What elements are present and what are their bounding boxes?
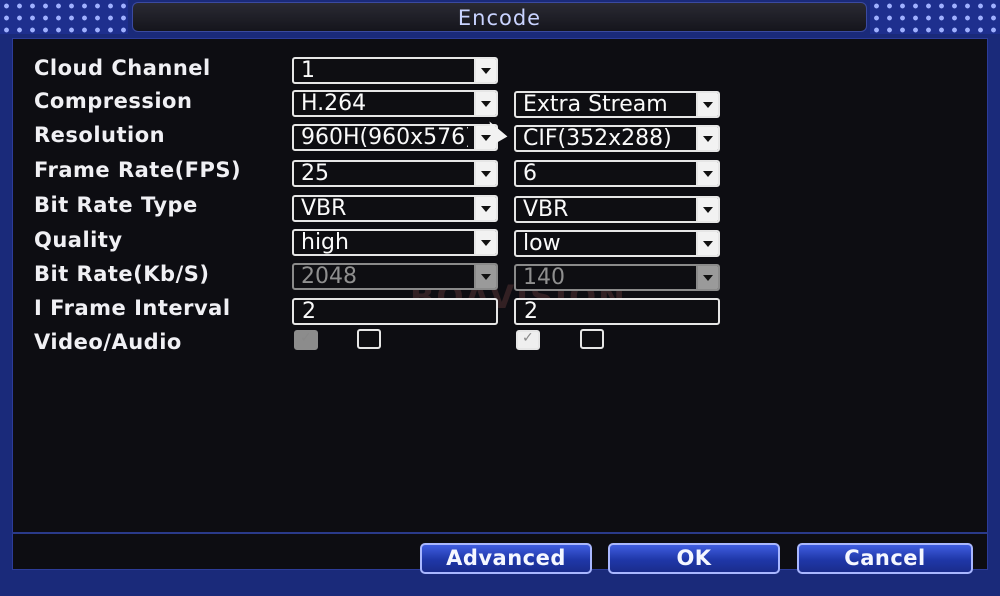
chevron-down-icon[interactable]: [696, 232, 718, 255]
chevron-down-icon: [696, 266, 718, 289]
bit-rate-extra-select: 140: [514, 264, 720, 291]
resolution-main-value: 960H(960x576): [301, 126, 468, 149]
frame-rate-main-value: 25: [301, 162, 329, 185]
compression-extra-select[interactable]: Extra Stream: [514, 91, 720, 118]
frame-rate-main-select[interactable]: 25: [292, 160, 498, 187]
chevron-down-icon[interactable]: [474, 197, 496, 220]
i-frame-main-input[interactable]: 2: [292, 298, 498, 325]
compression-extra-value: Extra Stream: [523, 93, 668, 116]
label-frame-rate: Frame Rate(FPS): [34, 158, 242, 182]
bit-rate-main-select: 2048: [292, 263, 498, 290]
dialog-title: Encode: [457, 6, 542, 30]
quality-main-select[interactable]: high: [292, 229, 498, 256]
main-video-checkbox: ✓: [294, 330, 318, 350]
label-resolution: Resolution: [34, 123, 166, 147]
frame-rate-extra-select[interactable]: 6: [514, 160, 720, 187]
quality-main-value: high: [301, 231, 349, 254]
resolution-extra-select[interactable]: CIF(352x288): [514, 125, 720, 152]
check-icon: ✓: [522, 330, 534, 346]
quality-extra-select[interactable]: low: [514, 230, 720, 257]
cloud-channel-value: 1: [301, 59, 315, 82]
chevron-down-icon[interactable]: [696, 93, 718, 116]
label-compression: Compression: [34, 89, 193, 113]
chevron-down-icon[interactable]: [696, 162, 718, 185]
main-audio-checkbox[interactable]: [357, 329, 381, 349]
bit-rate-main-value: 2048: [301, 265, 357, 288]
decorative-dots-right: [870, 0, 1000, 34]
label-quality: Quality: [34, 228, 123, 252]
chevron-down-icon[interactable]: [696, 198, 718, 221]
check-icon: ✓: [300, 330, 312, 346]
resolution-main-select[interactable]: 960H(960x576): [292, 124, 498, 151]
extra-audio-checkbox[interactable]: [580, 329, 604, 349]
compression-main-select[interactable]: H.264: [292, 90, 498, 117]
frame-rate-extra-value: 6: [523, 162, 537, 185]
cancel-button[interactable]: Cancel: [797, 543, 973, 574]
chevron-down-icon[interactable]: [474, 92, 496, 115]
bit-rate-extra-value: 140: [523, 266, 565, 289]
decorative-dots-left: [0, 0, 128, 34]
compression-main-value: H.264: [301, 92, 367, 115]
quality-extra-value: low: [523, 232, 561, 255]
bit-rate-type-main-select[interactable]: VBR: [292, 195, 498, 222]
advanced-button[interactable]: Advanced: [420, 543, 592, 574]
label-i-frame-interval: I Frame Interval: [34, 296, 231, 320]
resolution-extra-value: CIF(352x288): [523, 127, 672, 150]
chevron-down-icon[interactable]: [474, 231, 496, 254]
chevron-down-icon: [474, 265, 496, 288]
chevron-down-icon[interactable]: [474, 59, 496, 82]
label-cloud-channel: Cloud Channel: [34, 56, 211, 80]
label-video-audio: Video/Audio: [34, 330, 182, 354]
dialog-frame: Encode BOAVISION Cloud Channel Compressi…: [0, 0, 1000, 596]
chevron-down-icon[interactable]: [474, 162, 496, 185]
label-bit-rate: Bit Rate(Kb/S): [34, 262, 210, 286]
label-bit-rate-type: Bit Rate Type: [34, 193, 198, 217]
bit-rate-type-main-value: VBR: [301, 197, 347, 220]
i-frame-extra-input[interactable]: 2: [514, 298, 720, 325]
ok-button[interactable]: OK: [608, 543, 780, 574]
button-divider: [12, 532, 988, 534]
bit-rate-type-extra-select[interactable]: VBR: [514, 196, 720, 223]
cloud-channel-select[interactable]: 1: [292, 57, 498, 84]
bit-rate-type-extra-value: VBR: [523, 198, 569, 221]
chevron-down-icon[interactable]: [696, 127, 718, 150]
title-bar: Encode: [132, 2, 867, 32]
extra-video-checkbox[interactable]: ✓: [516, 330, 540, 350]
